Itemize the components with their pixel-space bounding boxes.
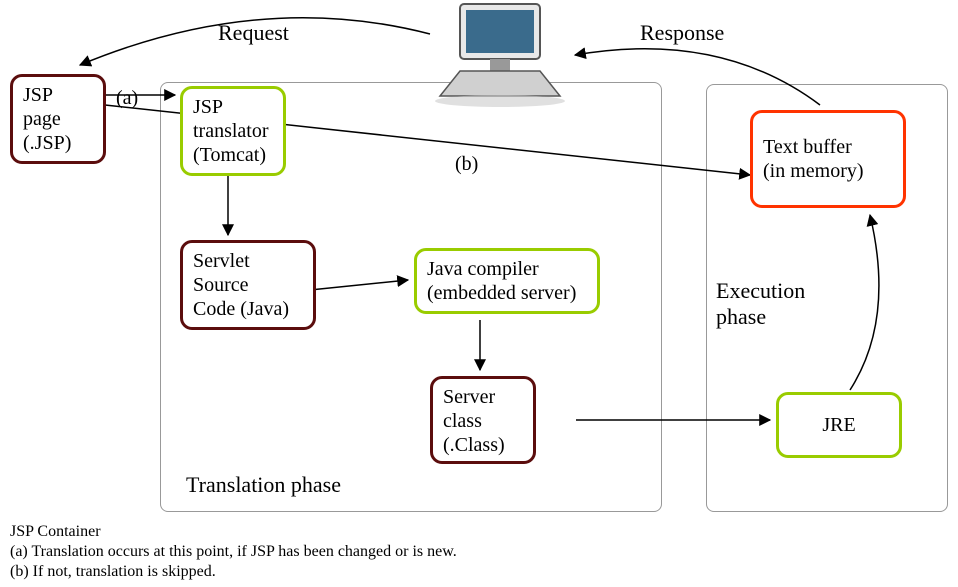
jsp-translator-box: JSP translator (Tomcat) xyxy=(180,86,286,176)
response-label: Response xyxy=(640,20,724,46)
servlet-source-box: Servlet Source Code (Java) xyxy=(180,240,316,330)
server-class-box: Server class (.Class) xyxy=(430,376,536,464)
request-label: Request xyxy=(218,20,289,46)
translation-phase-label: Translation phase xyxy=(186,472,341,498)
footer-note-a: (a) Translation occurs at this point, if… xyxy=(10,542,457,563)
label-b: (b) xyxy=(455,152,478,176)
footer-container: JSP Container xyxy=(10,522,101,543)
text-buffer-box: Text buffer (in memory) xyxy=(750,110,906,208)
diagram-canvas: JSP page (.JSP) JSP translator (Tomcat) … xyxy=(0,0,958,587)
footer-note-b: (b) If not, translation is skipped. xyxy=(10,562,216,583)
jsp-page-box: JSP page (.JSP) xyxy=(10,74,106,164)
jre-box: JRE xyxy=(776,392,902,458)
label-a: (a) xyxy=(116,86,138,110)
java-compiler-box: Java compiler (embedded server) xyxy=(414,248,600,314)
execution-phase-label: Execution phase xyxy=(716,278,805,331)
